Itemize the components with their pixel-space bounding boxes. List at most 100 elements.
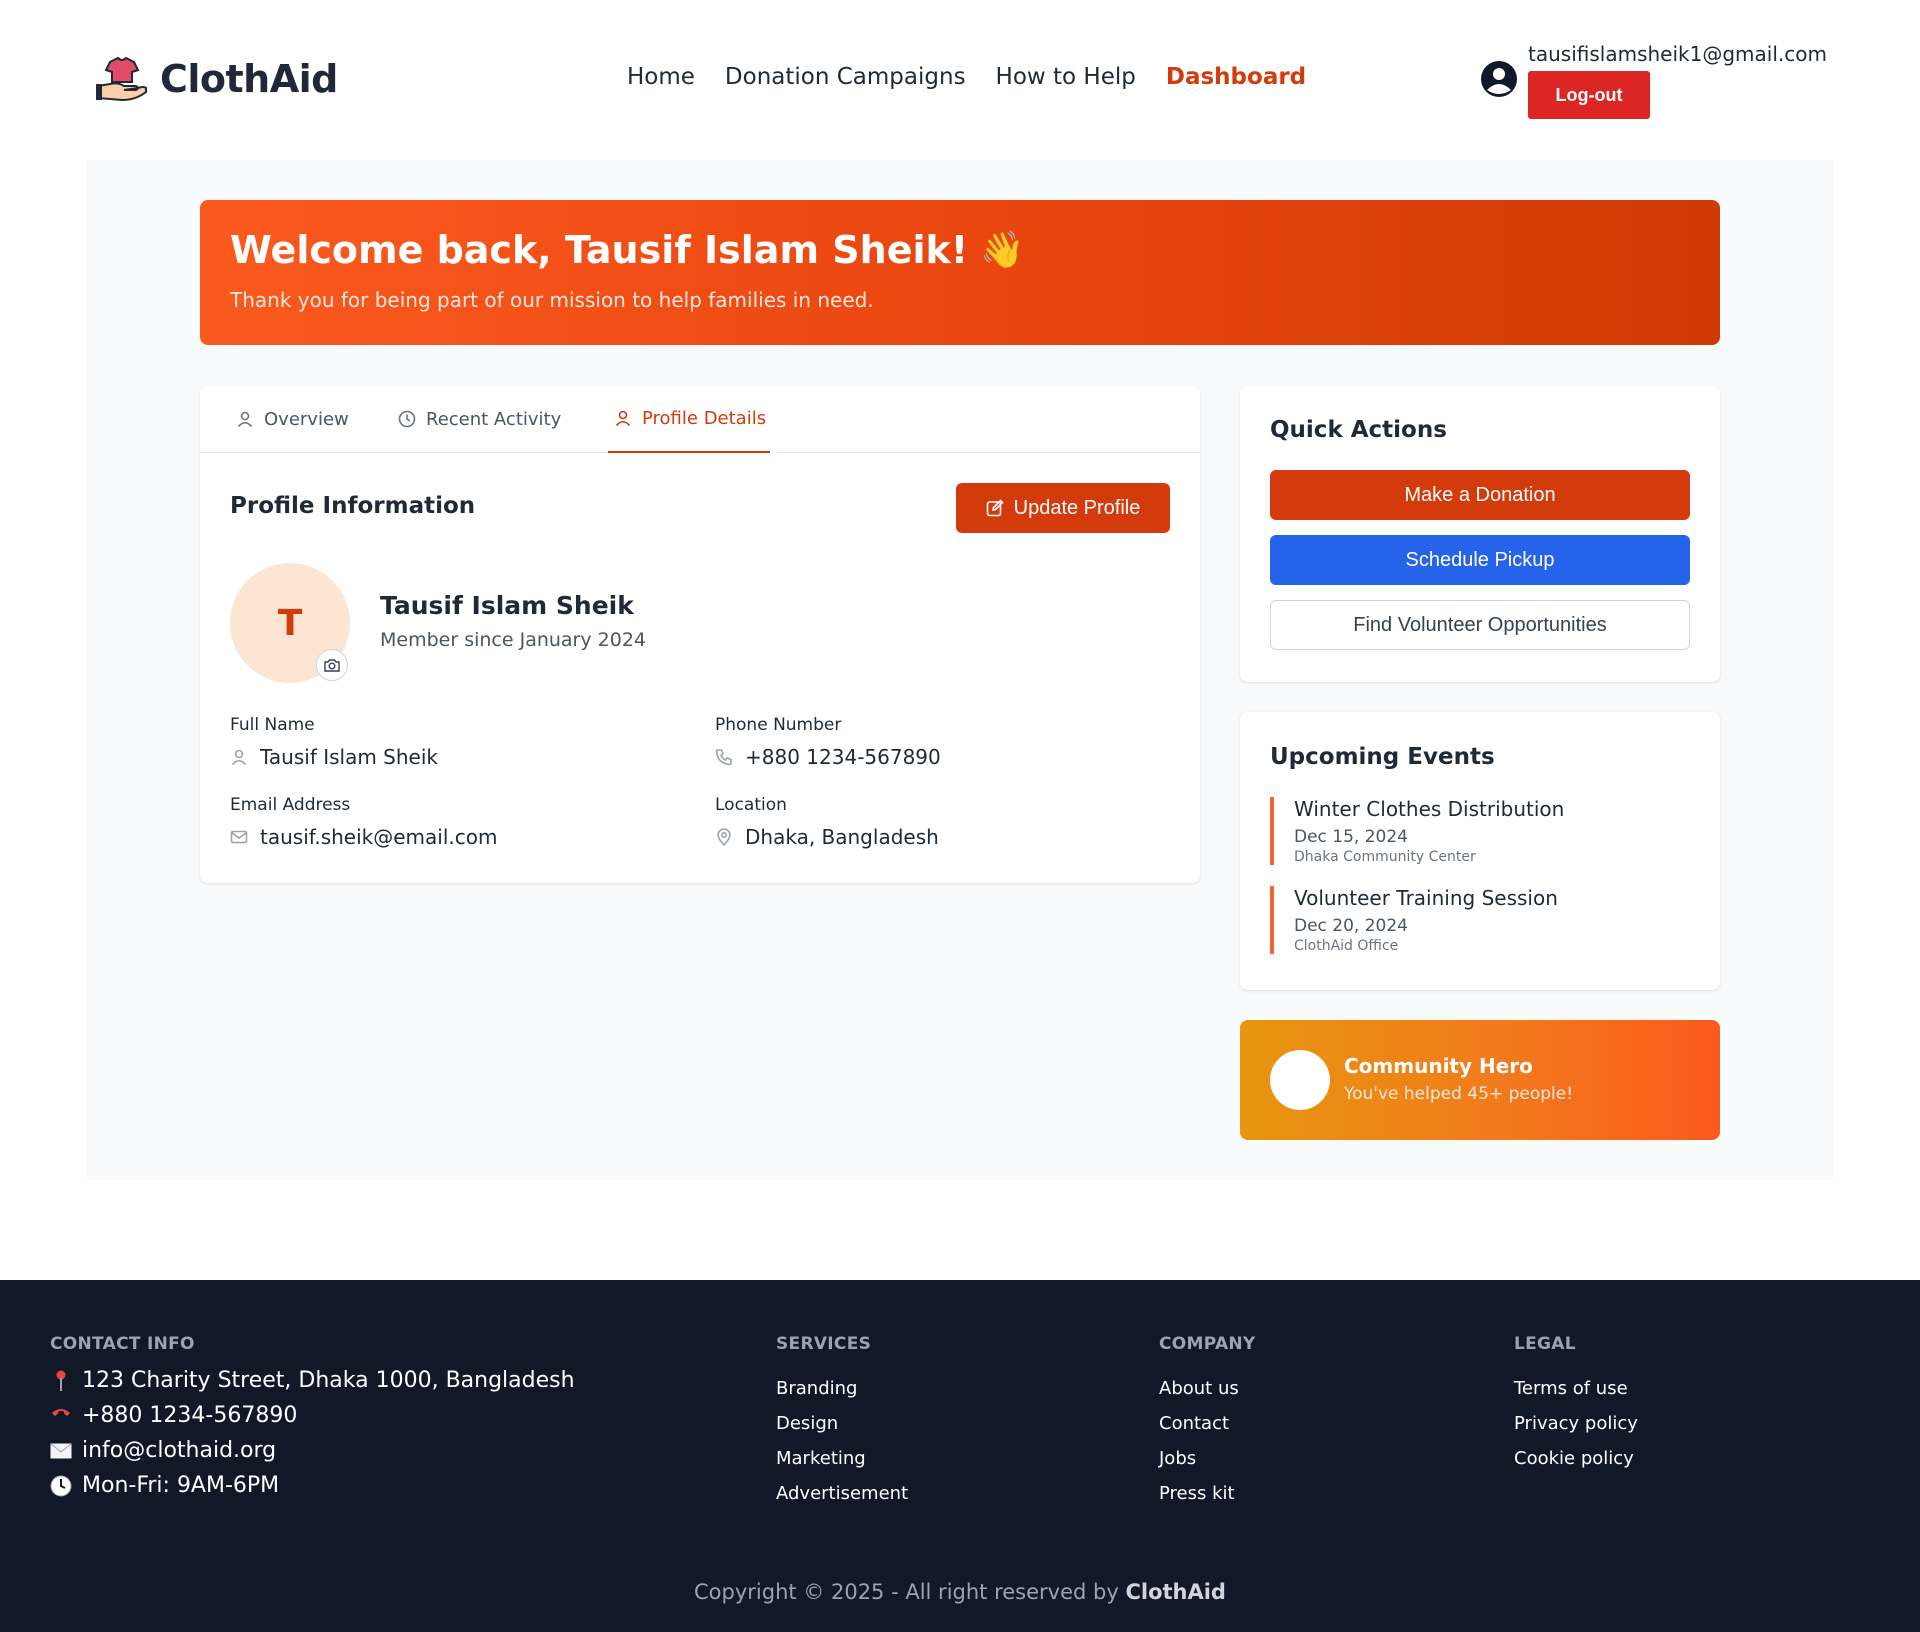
footer-link-about-us[interactable]: About us bbox=[1159, 1378, 1239, 1399]
nav-link-home[interactable]: Home bbox=[627, 64, 695, 90]
event-date: Dec 20, 2024 bbox=[1294, 916, 1409, 936]
nav-link-dashboard[interactable]: Dashboard bbox=[1166, 64, 1306, 90]
full-name-value: Tausif Islam Sheik bbox=[230, 745, 438, 769]
envelope-icon bbox=[50, 1442, 72, 1459]
update-profile-button[interactable]: Update Profile bbox=[956, 483, 1170, 533]
pin-icon bbox=[50, 1370, 72, 1392]
event-date: Dec 15, 2024 bbox=[1294, 827, 1409, 847]
user-icon bbox=[237, 411, 253, 428]
footer-address: 123 Charity Street, Dhaka 1000, Banglade… bbox=[50, 1368, 575, 1393]
change-photo-button[interactable] bbox=[316, 649, 348, 681]
copyright: Copyright © 2025 - All right reserved by… bbox=[0, 1580, 1920, 1604]
full-name-label: Full Name bbox=[230, 715, 315, 735]
welcome-banner: Welcome back, Tausif Islam Sheik! 👋 Than… bbox=[200, 200, 1720, 345]
footer-hours-text: Mon-Fri: 9AM-6PM bbox=[82, 1473, 280, 1498]
envelope-icon bbox=[230, 830, 248, 844]
event-title: Winter Clothes Distribution bbox=[1294, 797, 1565, 821]
footer-link-press-kit[interactable]: Press kit bbox=[1159, 1483, 1235, 1504]
avatar-initial: T bbox=[277, 602, 303, 644]
community-hero-card: Community Hero You've helped 45+ people! bbox=[1240, 1020, 1720, 1140]
footer-link-branding[interactable]: Branding bbox=[776, 1378, 857, 1399]
tab-label: Overview bbox=[264, 408, 349, 430]
find-volunteer-button[interactable]: Find Volunteer Opportunities bbox=[1270, 600, 1690, 650]
footer-link-contact[interactable]: Contact bbox=[1159, 1413, 1229, 1434]
user-email: tausifislamsheik1@gmail.com bbox=[1528, 42, 1827, 66]
tab-overview[interactable]: Overview bbox=[236, 385, 349, 453]
event-location: Dhaka Community Center bbox=[1294, 849, 1476, 865]
hero-subtitle: You've helped 45+ people! bbox=[1344, 1084, 1574, 1104]
location-text: Dhaka, Bangladesh bbox=[745, 825, 939, 849]
nav-link-donation-campaigns[interactable]: Donation Campaigns bbox=[725, 64, 966, 90]
tab-recent-activity[interactable]: Recent Activity bbox=[398, 385, 561, 453]
phone-value: +880 1234-567890 bbox=[715, 745, 941, 769]
footer-link-marketing[interactable]: Marketing bbox=[776, 1448, 866, 1469]
schedule-pickup-button[interactable]: Schedule Pickup bbox=[1270, 535, 1690, 585]
map-pin-icon bbox=[717, 828, 731, 846]
welcome-title: Welcome back, Tausif Islam Sheik! 👋 bbox=[230, 228, 1690, 272]
footer-link-terms[interactable]: Terms of use bbox=[1514, 1378, 1628, 1399]
tab-label: Profile Details bbox=[642, 407, 767, 429]
phone-label: Phone Number bbox=[715, 715, 842, 735]
upcoming-events-card: Upcoming Events Winter Clothes Distribut… bbox=[1240, 712, 1720, 990]
copyright-brand: ClothAid bbox=[1125, 1580, 1226, 1604]
full-name-text: Tausif Islam Sheik bbox=[260, 745, 438, 769]
edit-icon bbox=[986, 499, 1004, 517]
make-donation-button[interactable]: Make a Donation bbox=[1270, 470, 1690, 520]
copyright-text: Copyright © 2025 - All right reserved by bbox=[694, 1580, 1126, 1604]
event-location: ClothAid Office bbox=[1294, 938, 1399, 954]
footer-link-design[interactable]: Design bbox=[776, 1413, 838, 1434]
logout-button[interactable]: Log-out bbox=[1528, 71, 1650, 119]
logo[interactable]: ClothAid bbox=[96, 56, 338, 102]
event-title: Volunteer Training Session bbox=[1294, 886, 1558, 910]
tab-profile-details[interactable]: Profile Details bbox=[608, 385, 770, 453]
user-avatar-icon[interactable] bbox=[1480, 60, 1518, 98]
logo-text: ClothAid bbox=[160, 57, 338, 101]
footer-contact-heading: CONTACT INFO bbox=[50, 1334, 195, 1354]
email-label: Email Address bbox=[230, 795, 351, 815]
footer-address-text: 123 Charity Street, Dhaka 1000, Banglade… bbox=[82, 1368, 575, 1393]
footer-hours: Mon-Fri: 9AM-6PM bbox=[50, 1473, 279, 1498]
clock-icon bbox=[398, 410, 416, 428]
main-nav: Home Donation Campaigns How to Help Dash… bbox=[627, 64, 1306, 90]
user-icon bbox=[231, 749, 247, 766]
event-item[interactable]: Volunteer Training Session Dec 20, 2024 … bbox=[1270, 886, 1690, 954]
phone-icon bbox=[715, 749, 732, 766]
footer-phone-text: +880 1234-567890 bbox=[82, 1403, 298, 1428]
footer-company-heading: COMPANY bbox=[1159, 1334, 1256, 1354]
hero-badge-icon bbox=[1270, 1050, 1330, 1110]
location-value: Dhaka, Bangladesh bbox=[715, 825, 939, 849]
quick-actions-heading: Quick Actions bbox=[1270, 417, 1447, 443]
location-label: Location bbox=[715, 795, 787, 815]
user-icon bbox=[615, 410, 631, 427]
email-text: tausif.sheik@email.com bbox=[260, 825, 498, 849]
footer-services-heading: SERVICES bbox=[776, 1334, 872, 1354]
welcome-title-text: Welcome back, Tausif Islam Sheik! bbox=[230, 228, 969, 272]
footer-link-advertisement[interactable]: Advertisement bbox=[776, 1483, 908, 1504]
clock-icon bbox=[50, 1475, 72, 1497]
camera-icon bbox=[324, 659, 340, 672]
footer-link-jobs[interactable]: Jobs bbox=[1159, 1448, 1196, 1469]
email-value: tausif.sheik@email.com bbox=[230, 825, 497, 849]
tab-label: Recent Activity bbox=[426, 408, 562, 430]
profile-name: Tausif Islam Sheik bbox=[380, 591, 634, 620]
phone-icon bbox=[50, 1407, 72, 1425]
clothaid-logo-icon bbox=[96, 56, 147, 102]
welcome-subtitle: Thank you for being part of our mission … bbox=[230, 288, 874, 312]
footer-link-cookie[interactable]: Cookie policy bbox=[1514, 1448, 1634, 1469]
update-profile-label: Update Profile bbox=[1013, 496, 1141, 519]
nav-link-how-to-help[interactable]: How to Help bbox=[996, 64, 1136, 90]
upcoming-events-heading: Upcoming Events bbox=[1270, 744, 1495, 770]
footer-phone: +880 1234-567890 bbox=[50, 1403, 297, 1428]
footer-email-text: info@clothaid.org bbox=[82, 1438, 277, 1463]
phone-text: +880 1234-567890 bbox=[745, 745, 941, 769]
waving-hand-icon: 👋 bbox=[980, 230, 1025, 271]
member-since: Member since January 2024 bbox=[380, 629, 647, 651]
footer-legal-heading: LEGAL bbox=[1514, 1334, 1576, 1354]
navbar: ClothAid Home Donation Campaigns How to … bbox=[0, 0, 1920, 160]
hero-title: Community Hero bbox=[1344, 1054, 1533, 1078]
quick-actions-card: Quick Actions Make a Donation Schedule P… bbox=[1240, 385, 1720, 682]
event-item[interactable]: Winter Clothes Distribution Dec 15, 2024… bbox=[1270, 797, 1690, 865]
profile-information-heading: Profile Information bbox=[230, 493, 476, 519]
tab-bar: Overview Recent Activity Profile Details bbox=[200, 385, 1200, 453]
footer-link-privacy[interactable]: Privacy policy bbox=[1514, 1413, 1638, 1434]
